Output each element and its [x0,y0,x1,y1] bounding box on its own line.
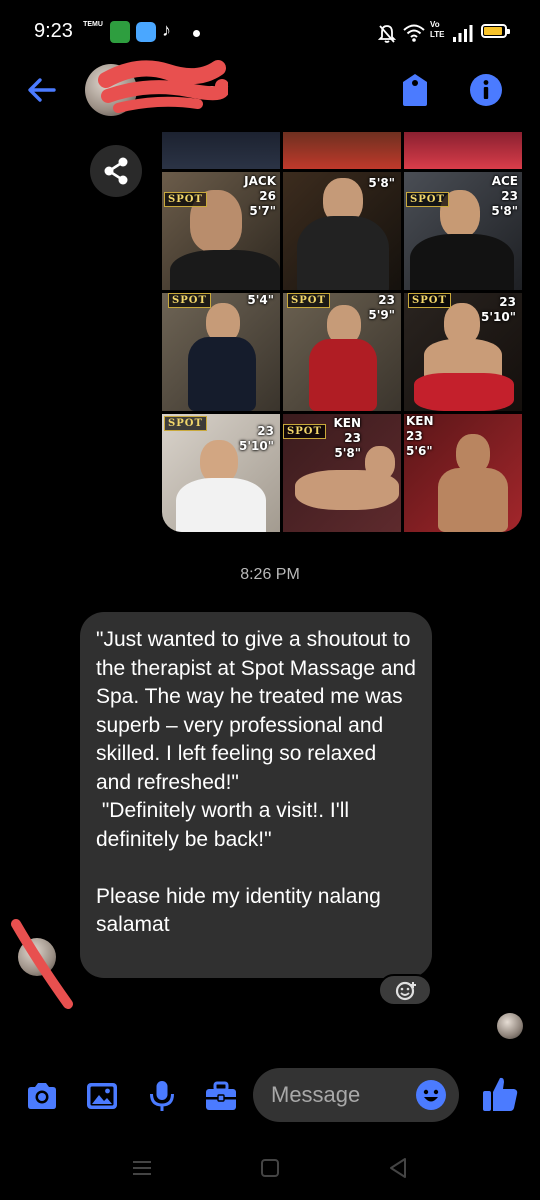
add-reaction-button[interactable] [378,974,432,1006]
photo-tile[interactable]: SPOT ACE 23 5'8" [404,172,522,290]
tiktok-icon: ♪ [162,20,171,40]
redaction-scribble [11,919,73,1009]
tile-label: KEN 23 5'6" [406,414,434,458]
tag-icon[interactable] [398,72,432,108]
photo-tile[interactable] [162,132,280,169]
person-silhouette [414,373,514,411]
tile-label: 23 5'9" [368,293,395,322]
status-bar: 9:23 TEMU ♪ Vo LTE [0,0,540,64]
photo-tile[interactable] [283,132,401,169]
message-text: "Just wanted to give a shoutout to the t… [96,628,416,936]
back-arrow-icon[interactable] [24,72,60,108]
spot-logo: SPOT [406,192,449,207]
person-silhouette [365,446,395,480]
photo-tile[interactable]: SPOT KEN 23 5'8" [283,414,401,532]
tile-label: 5'8" [368,176,395,190]
home-icon[interactable] [258,1156,282,1180]
share-icon [104,157,128,185]
emoji-icon[interactable] [415,1079,447,1111]
temu-notification-icon: TEMU [83,21,103,28]
person-silhouette [438,468,508,532]
thumbs-up-icon[interactable] [480,1074,520,1114]
microphone-icon[interactable] [144,1078,180,1114]
photo-tile[interactable]: SPOT 23 5'10" [162,414,280,532]
person-silhouette [170,250,280,290]
photo-tile[interactable]: KEN 23 5'6" [404,414,522,532]
tile-label: ACE 23 5'8" [491,174,518,218]
photo-collage[interactable]: SPOT JACK 26 5'7" 5'8" SPOT ACE 23 5'8" … [162,132,522,532]
tile-label: 23 5'10" [239,424,274,453]
briefcase-icon[interactable] [203,1078,239,1114]
spot-logo: SPOT [164,416,207,431]
volte-icon: Vo LTE [430,20,445,39]
photo-tile[interactable]: SPOT JACK 26 5'7" [162,172,280,290]
tile-label: KEN 23 5'8" [333,416,361,460]
emoji-add-icon [395,981,416,1001]
tile-label: 5'4" [247,293,274,307]
photo-tile[interactable]: 5'8" [283,172,401,290]
photo-tile[interactable]: SPOT 23 5'10" [404,293,522,411]
spot-logo: SPOT [168,293,211,308]
person-silhouette [176,478,266,532]
tile-label: 23 5'10" [481,295,516,324]
status-time: 9:23 [34,20,73,42]
bell-muted-icon [378,25,396,43]
person-silhouette [309,339,377,411]
camera-icon[interactable] [24,1078,60,1114]
share-button[interactable] [90,145,142,197]
gallery-icon[interactable] [84,1078,120,1114]
spot-logo: SPOT [287,293,330,308]
tile-label: JACK 26 5'7" [244,174,276,218]
back-nav-icon[interactable] [386,1156,410,1180]
person-silhouette [297,216,389,290]
recent-apps-icon[interactable] [130,1156,154,1180]
person-silhouette [188,337,256,411]
seen-receipt-avatar [497,1013,523,1039]
photo-tile[interactable]: SPOT 23 5'9" [283,293,401,411]
photo-tile[interactable]: SPOT 5'4" [162,293,280,411]
battery-icon [481,24,510,38]
message-input[interactable] [271,1068,411,1122]
app-notification-icon [110,21,130,43]
spot-logo: SPOT [408,293,451,308]
message-timestamp: 8:26 PM [240,566,300,583]
info-icon[interactable] [469,73,503,107]
signal-icon [453,25,473,42]
person-silhouette [410,234,514,290]
message-bubble[interactable]: "Just wanted to give a shoutout to the t… [80,612,432,978]
app-notification-icon [136,22,156,42]
spot-logo: SPOT [283,424,326,439]
redaction-scribble [98,60,228,113]
wifi-icon [403,24,425,42]
spot-logo: SPOT [164,192,207,207]
more-notifications-dot-icon [193,30,200,37]
photo-tile[interactable] [404,132,522,169]
message-input-container[interactable] [253,1068,459,1122]
